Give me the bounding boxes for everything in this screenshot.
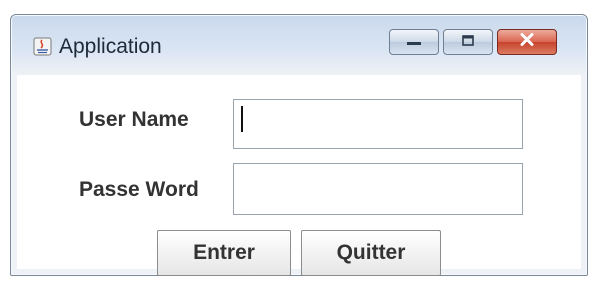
enter-button[interactable]: Entrer xyxy=(157,230,291,276)
text-caret xyxy=(241,106,243,132)
username-label: User Name xyxy=(79,108,189,131)
window-title: Application xyxy=(59,35,162,58)
password-label: Passe Word xyxy=(79,178,199,201)
close-icon xyxy=(519,33,535,52)
maximize-button[interactable] xyxy=(443,29,493,55)
form-panel: User Name Passe Word Entrer Quitter xyxy=(17,75,581,276)
maximize-icon xyxy=(462,33,474,51)
quit-button[interactable]: Quitter xyxy=(301,230,441,276)
minimize-icon xyxy=(407,33,421,51)
title-bar[interactable]: Application xyxy=(11,15,587,79)
password-input[interactable] xyxy=(233,163,523,215)
java-app-icon xyxy=(33,37,52,56)
application-window: Application User Name Passe Word Entrer … xyxy=(10,14,588,276)
username-input[interactable] xyxy=(233,99,523,149)
close-button[interactable] xyxy=(497,29,557,55)
minimize-button[interactable] xyxy=(389,29,439,55)
